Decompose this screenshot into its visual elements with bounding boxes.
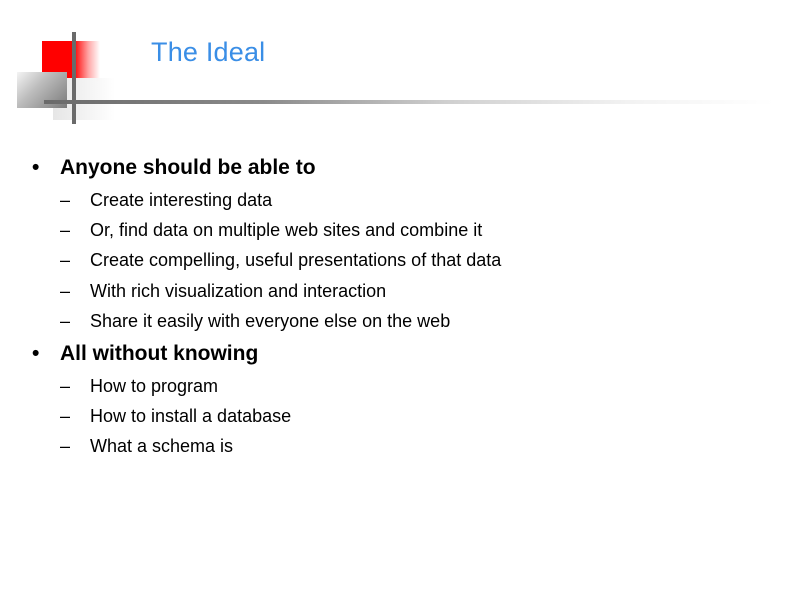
dash-icon: –: [60, 190, 71, 210]
bullet-heading: • All without knowing: [32, 342, 259, 366]
bullet-heading: • Anyone should be able to: [32, 156, 316, 180]
bullet-icon: •: [32, 156, 40, 179]
slide-title: The Ideal: [151, 37, 266, 67]
dash-icon: –: [60, 220, 71, 240]
sub-bullet-item: – Or, find data on multiple web sites an…: [60, 220, 483, 241]
bullet-heading-text: Anyone should be able to: [60, 156, 316, 179]
dash-icon: –: [60, 436, 71, 456]
sub-bullet-text: Share it easily with everyone else on th…: [90, 311, 451, 331]
sub-bullet-item: – Create compelling, useful presentation…: [60, 250, 502, 271]
dash-icon: –: [60, 281, 71, 301]
sub-bullet-text: Or, find data on multiple web sites and …: [90, 220, 483, 240]
sub-bullet-text: What a schema is: [90, 436, 234, 456]
logo-vertical-line: [72, 32, 76, 124]
sub-bullet-item: – What a schema is: [60, 436, 234, 457]
bullet-heading-text: All without knowing: [60, 342, 259, 365]
title-underline-rule: [44, 100, 774, 104]
dash-icon: –: [60, 406, 71, 426]
sub-bullet-text: Create interesting data: [90, 190, 273, 210]
dash-icon: –: [60, 250, 71, 270]
sub-bullet-item: – Share it easily with everyone else on …: [60, 311, 451, 332]
sub-bullet-item: – With rich visualization and interactio…: [60, 281, 387, 302]
sub-bullet-text: How to install a database: [90, 406, 292, 426]
sub-bullet-text: Create compelling, useful presentations …: [90, 250, 502, 270]
sub-bullet-item: – How to install a database: [60, 406, 292, 427]
sub-bullet-text: With rich visualization and interaction: [90, 281, 387, 301]
sub-bullet-item: – How to program: [60, 376, 219, 397]
sub-bullet-text: How to program: [90, 376, 219, 396]
slide-logo-decoration: [0, 0, 160, 130]
bullet-icon: •: [32, 342, 40, 365]
dash-icon: –: [60, 376, 71, 396]
sub-bullet-item: – Create interesting data: [60, 190, 273, 211]
dash-icon: –: [60, 311, 71, 331]
